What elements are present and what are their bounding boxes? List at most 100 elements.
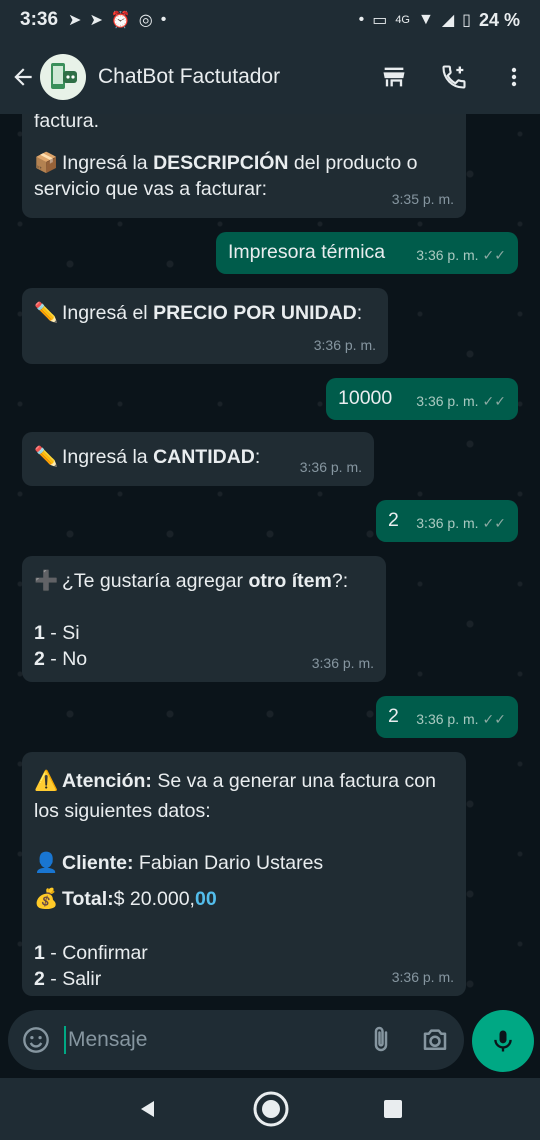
- text-bold: DESCRIPCIÓN: [153, 152, 289, 174]
- dot-icon: •: [358, 11, 365, 28]
- dot-icon: •: [160, 11, 167, 28]
- instagram-icon: ◎: [138, 12, 153, 29]
- message-time: 3:36 p. m.: [311, 655, 374, 671]
- message-incoming[interactable]: factura. 📦 Ingresá la DESCRIPCIÓN del pro…: [22, 114, 466, 218]
- more-vert-icon[interactable]: [498, 61, 530, 93]
- battery-level: 24 %: [478, 9, 520, 30]
- message-partial-text: factura.: [34, 114, 100, 132]
- message-text: ⚠️ Atención: Se va a generar una factura …: [34, 766, 454, 826]
- message-time: 3:36 p. m.: [416, 711, 479, 727]
- message-text: ➕ ¿Te gustaría agregar otro ítem?:: [34, 568, 374, 594]
- message-text: factura.: [34, 114, 454, 134]
- message-meta: 3:36 p. m. ✓✓: [416, 242, 506, 268]
- option-label: - Confirmar: [44, 942, 148, 964]
- message-incoming[interactable]: ✏️ Ingresá la CANTIDAD: 3:36 p. m.: [22, 432, 374, 486]
- status-time: 3:36: [20, 9, 59, 30]
- cast-icon: ▭: [372, 12, 388, 29]
- bot-avatar-icon: [51, 63, 77, 89]
- emoji-icon[interactable]: [22, 1026, 50, 1054]
- total-cents: 00: [194, 888, 217, 910]
- total-label: Total:: [62, 888, 114, 910]
- message-outgoing[interactable]: 2 3:36 p. m. ✓✓: [376, 696, 518, 738]
- read-check-icon: ✓✓: [482, 711, 506, 727]
- chat-title[interactable]: ChatBot Factutador: [98, 65, 350, 89]
- option-label: - Si: [44, 622, 80, 644]
- option-number: 2: [34, 648, 45, 670]
- system-nav-bar: [0, 1078, 540, 1140]
- text-pre: ¿Te gustaría agregar: [62, 570, 249, 592]
- mic-button[interactable]: [472, 1010, 534, 1072]
- option-label: - No: [44, 648, 88, 670]
- message-text: ✏️ Ingresá el PRECIO POR UNIDAD:: [34, 300, 376, 326]
- signal-icon: ◢: [441, 12, 455, 29]
- status-notification-icons: ➤ ➤ ⏰ ◎ •: [68, 10, 166, 30]
- wifi-icon: ▼: [418, 11, 434, 28]
- message-input[interactable]: Mensaje: [68, 1028, 342, 1052]
- nav-back-icon[interactable]: [136, 1097, 160, 1121]
- text-pre: Ingresá el: [62, 302, 154, 324]
- message-time: 3:36 p. m.: [313, 337, 376, 353]
- option-number: 2: [34, 968, 45, 990]
- message-outgoing[interactable]: Impresora térmica 3:36 p. m. ✓✓: [216, 232, 518, 274]
- add-call-icon[interactable]: [438, 61, 470, 93]
- status-bar: 3:36 ➤ ➤ ⏰ ◎ • • ▭ 4G ▼ ◢ ▯ 24 %: [0, 0, 540, 40]
- text-post: :: [356, 302, 363, 324]
- total-line: 💰 Total:$ 20.000,00: [34, 886, 454, 912]
- message-time: 3:35 p. m.: [391, 191, 454, 207]
- send-icon: ➤: [89, 12, 103, 29]
- option-label: - Salir: [44, 968, 102, 990]
- message-meta: 3:36 p. m. ✓✓: [416, 388, 506, 414]
- client-label: Cliente:: [62, 852, 134, 874]
- option-number: 1: [34, 622, 45, 644]
- warning-icon: ⚠️: [34, 770, 59, 792]
- message-text: 2: [388, 509, 399, 531]
- chat-area[interactable]: factura. 📦 Ingresá la DESCRIPCIÓN del pro…: [0, 114, 540, 1010]
- message-text: 10000: [338, 387, 393, 409]
- message-incoming[interactable]: ➕ ¿Te gustaría agregar otro ítem?: 1 - Si…: [22, 556, 386, 682]
- mic-icon: [494, 1030, 512, 1052]
- status-system-icons: • ▭ 4G ▼ ◢ ▯ 24 %: [359, 10, 520, 31]
- message-meta: 3:36 p. m. ✓✓: [416, 706, 506, 732]
- pencil-icon: ✏️: [34, 302, 59, 324]
- option-line: 1 - Si: [34, 620, 374, 646]
- option-line: 1 - Confirmar: [34, 940, 454, 966]
- option-number: 1: [34, 942, 45, 964]
- message-text: 2: [388, 705, 399, 727]
- read-check-icon: ✓✓: [482, 393, 506, 409]
- message-outgoing[interactable]: 10000 3:36 p. m. ✓✓: [326, 378, 518, 420]
- message-input-bar: Mensaje: [8, 1010, 464, 1070]
- client-line: 👤 Cliente: Fabian Dario Ustares: [34, 850, 454, 876]
- store-icon[interactable]: [378, 61, 410, 93]
- message-outgoing[interactable]: 2 3:36 p. m. ✓✓: [376, 500, 518, 542]
- text-bold: Atención:: [62, 770, 152, 792]
- money-bag-icon: 💰: [34, 888, 59, 910]
- user-icon: 👤: [34, 852, 59, 874]
- message-incoming[interactable]: ✏️ Ingresá el PRECIO POR UNIDAD: 3:36 p. …: [22, 288, 388, 364]
- message-time: 3:36 p. m.: [416, 247, 479, 263]
- nav-recents-icon[interactable]: [382, 1098, 404, 1120]
- message-time: 3:36 p. m.: [416, 393, 479, 409]
- message-time: 3:36 p. m.: [391, 969, 454, 985]
- avatar[interactable]: [40, 54, 86, 100]
- text-pre: Ingresá la: [62, 446, 154, 468]
- battery-icon: ▯: [462, 12, 471, 29]
- message-meta: 3:36 p. m. ✓✓: [416, 510, 506, 536]
- chat-header: ChatBot Factutador: [0, 40, 540, 114]
- message-incoming[interactable]: ⚠️ Atención: Se va a generar una factura …: [22, 752, 466, 996]
- text-pre: Ingresá la: [62, 152, 154, 174]
- text-bold: CANTIDAD: [153, 446, 255, 468]
- camera-icon[interactable]: [420, 1025, 450, 1055]
- network-type: 4G: [395, 14, 410, 26]
- message-time: 3:36 p. m.: [416, 515, 479, 531]
- nav-home-icon[interactable]: [252, 1090, 290, 1128]
- message-time: 3:36 p. m.: [299, 459, 362, 475]
- text-bold: otro ítem: [248, 570, 332, 592]
- total-value: $ 20.000,: [113, 888, 195, 910]
- read-check-icon: ✓✓: [482, 515, 506, 531]
- read-check-icon: ✓✓: [482, 247, 506, 263]
- plus-icon: ➕: [34, 570, 59, 592]
- attach-icon[interactable]: [366, 1025, 396, 1055]
- back-arrow-icon[interactable]: [10, 64, 36, 90]
- send-icon: ➤: [68, 12, 82, 29]
- text-caret: [64, 1026, 66, 1054]
